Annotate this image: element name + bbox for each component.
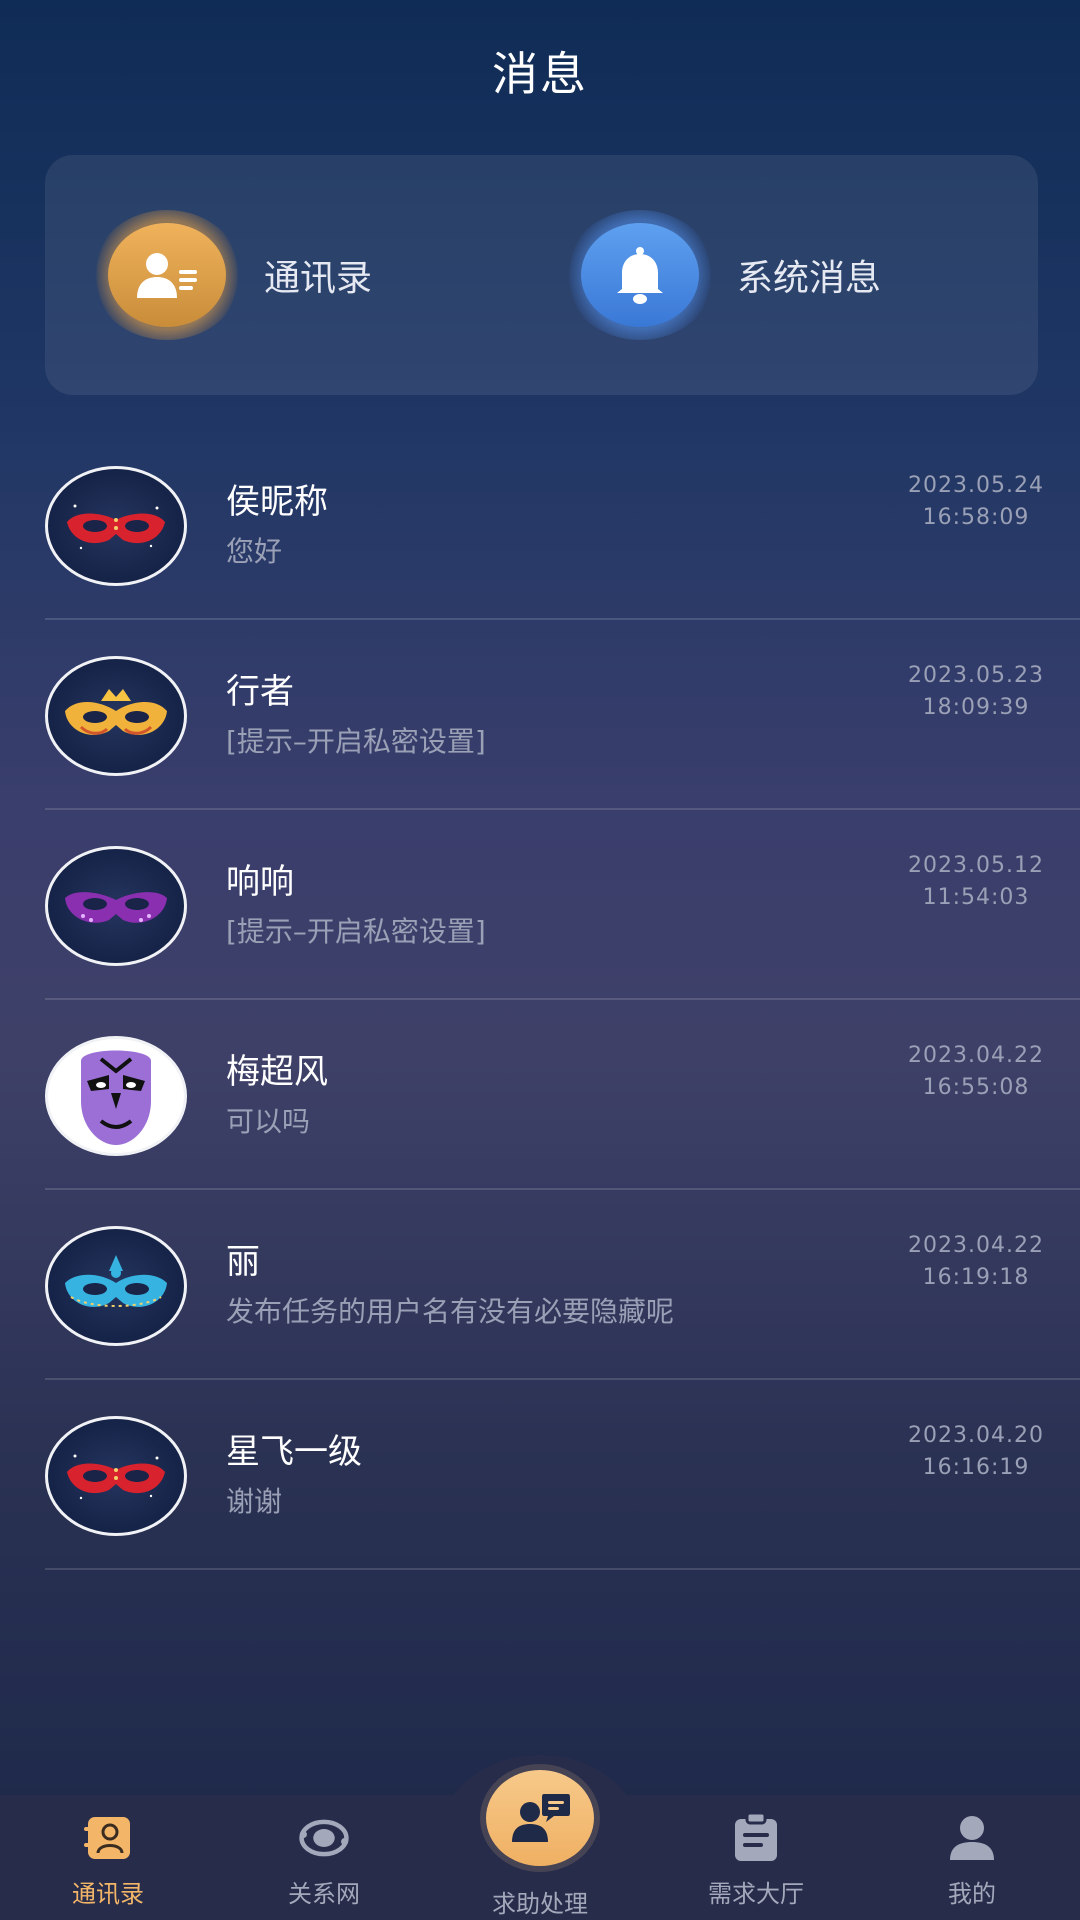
conversation-name: 侯昵称: [226, 482, 328, 522]
conversation-row[interactable]: 侯昵称 您好 2023.05.24 16:58:09: [0, 430, 1080, 620]
conversation-timestamp: 2023.04.22 16:19:18: [896, 1230, 1056, 1294]
bell-icon: [581, 223, 699, 327]
conversation-timestamp: 2023.05.12 11:54:03: [896, 850, 1056, 914]
conversation-name: 丽: [226, 1242, 260, 1282]
opera-face-avatar: [45, 1036, 187, 1156]
conversation-preview: 您好: [226, 535, 283, 568]
red-mask-avatar: [45, 466, 187, 586]
conversation-preview: [提示–开启私密设置]: [226, 915, 486, 948]
conversation-timestamp: 2023.05.23 18:09:39: [896, 660, 1056, 724]
gold-mask-avatar: [45, 656, 187, 776]
conversation-time: 16:55:08: [922, 1075, 1030, 1100]
conversation-time: 16:58:09: [922, 505, 1030, 530]
tab-network-label: 关系网: [288, 1880, 360, 1908]
conversation-row[interactable]: 丽 发布任务的用户名有没有必要隐藏呢 2023.04.22 16:19:18: [0, 1190, 1080, 1380]
blue-mask-avatar: [45, 1226, 187, 1346]
conversation-row[interactable]: 星飞一级 谢谢 2023.04.20 16:16:19: [0, 1380, 1080, 1570]
network-icon: [298, 1812, 350, 1864]
contacts-shortcut-label: 通讯录: [264, 258, 373, 299]
conversation-time: 11:54:03: [922, 885, 1030, 910]
tab-contacts[interactable]: 通讯录: [18, 1812, 198, 1912]
conversation-name: 行者: [226, 672, 294, 712]
contacts-icon-halo: [92, 210, 242, 340]
conversation-time: 18:09:39: [922, 695, 1030, 720]
contacts-icon: [82, 1812, 134, 1864]
help-chat-icon: [486, 1770, 594, 1866]
conversation-timestamp: 2023.04.22 16:55:08: [896, 1040, 1056, 1104]
conversation-preview: 谢谢: [226, 1485, 283, 1518]
tab-help-handling-label: 求助处理: [492, 1890, 588, 1918]
conversation-date: 2023.04.20: [908, 1423, 1044, 1448]
tab-contacts-label: 通讯录: [72, 1880, 144, 1908]
profile-icon: [946, 1812, 998, 1864]
quick-actions-card: 通讯录 系统消息: [45, 155, 1038, 395]
conversation-date: 2023.04.22: [908, 1043, 1044, 1068]
system-messages-shortcut[interactable]: 系统消息: [565, 155, 995, 395]
conversation-preview: 发布任务的用户名有没有必要隐藏呢: [226, 1295, 675, 1328]
tab-mine-label: 我的: [948, 1880, 996, 1908]
tab-demand-hall[interactable]: 需求大厅: [666, 1812, 846, 1912]
system-messages-label: 系统消息: [737, 258, 882, 299]
conversation-date: 2023.05.24: [908, 473, 1044, 498]
conversation-preview: [提示–开启私密设置]: [226, 725, 486, 758]
conversation-preview: 可以吗: [226, 1105, 311, 1138]
conversation-date: 2023.05.12: [908, 853, 1044, 878]
conversation-row[interactable]: 响响 [提示–开启私密设置] 2023.05.12 11:54:03: [0, 810, 1080, 1000]
conversation-list: 侯昵称 您好 2023.05.24 16:58:09 行者 [提示–开启私密设置…: [0, 430, 1080, 1570]
conversation-name: 星飞一级: [226, 1432, 362, 1472]
tab-demand-hall-label: 需求大厅: [708, 1880, 804, 1908]
tab-help-handling[interactable]: 求助处理: [450, 1770, 630, 1918]
conversation-time: 16:19:18: [922, 1265, 1030, 1290]
tab-network[interactable]: 关系网: [234, 1812, 414, 1912]
conversation-timestamp: 2023.04.20 16:16:19: [896, 1420, 1056, 1484]
conversation-date: 2023.04.22: [908, 1233, 1044, 1258]
conversation-time: 16:16:19: [922, 1455, 1030, 1480]
conversation-row[interactable]: 行者 [提示–开启私密设置] 2023.05.23 18:09:39: [0, 620, 1080, 810]
red-mask-avatar: [45, 1416, 187, 1536]
conversation-date: 2023.05.23: [908, 663, 1044, 688]
page-title: 消息: [492, 47, 588, 101]
bell-icon-halo: [565, 210, 715, 340]
clipboard-icon: [730, 1812, 782, 1864]
conversation-row[interactable]: 梅超风 可以吗 2023.04.22 16:55:08: [0, 1000, 1080, 1190]
contacts-shortcut[interactable]: 通讯录: [92, 155, 522, 395]
conversation-name: 响响: [226, 862, 294, 902]
purple-mask-avatar: [45, 846, 187, 966]
contacts-card-icon: [108, 223, 226, 327]
conversation-name: 梅超风: [226, 1052, 328, 1092]
conversation-timestamp: 2023.05.24 16:58:09: [896, 470, 1056, 534]
tab-mine[interactable]: 我的: [882, 1812, 1062, 1912]
